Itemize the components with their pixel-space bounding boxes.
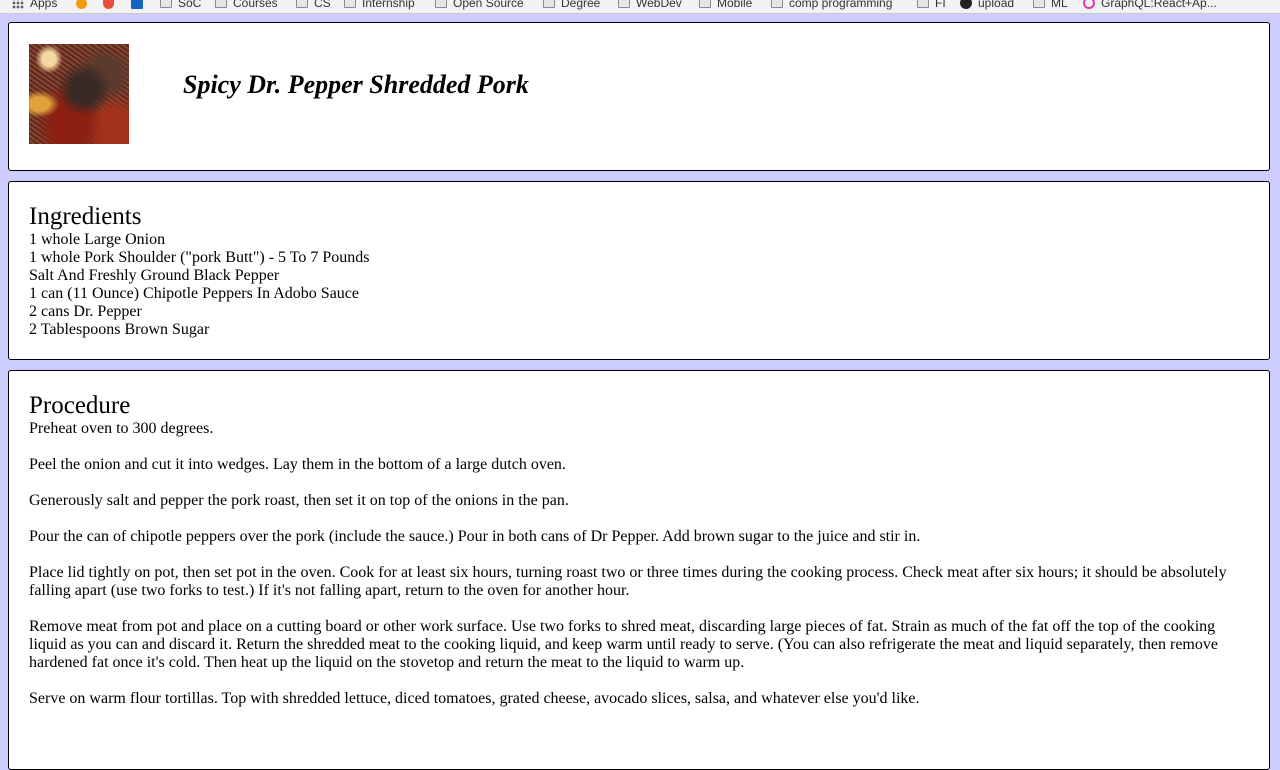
ingredient-item: 1 whole Large Onion — [29, 231, 166, 248]
ingredients-heading: Ingredients — [29, 203, 142, 230]
folder-icon — [771, 0, 783, 8]
folder-icon — [699, 0, 711, 8]
outlook-icon — [131, 0, 143, 9]
procedure-step: Remove meat from pot and place on a cutt… — [29, 618, 1218, 671]
bookmark-label: Courses — [233, 0, 278, 10]
procedure-step: Generously salt and pepper the pork roas… — [29, 492, 569, 509]
bookmark-label: FI — [935, 0, 946, 10]
ingredient-item: 2 cans Dr. Pepper — [29, 303, 142, 320]
sun-icon — [76, 0, 87, 9]
procedure-steps: Preheat oven to 300 degrees. Peel the on… — [29, 420, 1249, 726]
bookmark-label: Apps — [30, 0, 58, 10]
folder-icon — [917, 0, 929, 8]
procedure-heading: Procedure — [29, 392, 131, 419]
bookmark-item[interactable]: Apps — [12, 0, 57, 12]
bookmark-item[interactable]: Internship — [344, 0, 415, 12]
bookmark-item[interactable] — [131, 0, 149, 12]
bookmark-item[interactable]: Open Source — [435, 0, 524, 12]
bookmark-item[interactable]: GraphQL:React+Ap... — [1083, 0, 1217, 12]
bookmark-label: Degree — [561, 0, 601, 10]
bookmark-item[interactable]: WebDev — [618, 0, 682, 12]
bookmark-label: upload — [978, 0, 1015, 10]
ingredient-item: 2 Tablespoons Brown Sugar — [29, 321, 210, 338]
graphql-icon — [1083, 0, 1095, 9]
folder-icon — [215, 0, 227, 8]
folder-icon — [344, 0, 356, 8]
bookmark-label: ML — [1051, 0, 1068, 10]
folder-icon — [618, 0, 630, 8]
recipe-photo — [29, 44, 129, 144]
folder-icon — [543, 0, 555, 8]
bookmarks-bar: Apps SoC Courses CS Internship Open Source Deg… — [0, 0, 1280, 14]
ingredient-item: 1 whole Pork Shoulder ("pork Butt") - 5 … — [29, 249, 370, 266]
folder-icon — [435, 0, 447, 8]
procedure-step: Preheat oven to 300 degrees. — [29, 420, 214, 437]
folder-icon — [1033, 0, 1045, 8]
github-icon — [960, 0, 972, 9]
procedure-card: Procedure Preheat oven to 300 degrees. P… — [8, 370, 1270, 770]
bookmark-label: SoC — [178, 0, 202, 10]
procedure-step: Peel the onion and cut it into wedges. L… — [29, 456, 566, 473]
bookmark-item[interactable] — [103, 0, 120, 12]
bookmark-item[interactable]: FI — [917, 0, 946, 12]
bookmark-label: WebDev — [636, 0, 682, 10]
apps-grid-icon — [12, 0, 24, 9]
bookmark-item[interactable] — [76, 0, 93, 12]
ingredient-list: 1 whole Large Onion 1 whole Pork Shoulde… — [29, 231, 370, 339]
bookmark-item[interactable]: Courses — [215, 0, 278, 12]
bookmark-label: CS — [314, 0, 331, 10]
ingredients-card: Ingredients 1 whole Large Onion 1 whole … — [8, 181, 1270, 360]
bookmark-label: Mobile — [717, 0, 753, 10]
bookmark-label: GraphQL:React+Ap... — [1101, 0, 1217, 10]
bookmark-item[interactable]: Mobile — [699, 0, 752, 12]
bookmark-label: comp programming — [789, 0, 893, 10]
bookmark-item[interactable]: CS — [296, 0, 331, 12]
procedure-step: Pour the can of chipotle peppers over th… — [29, 528, 921, 545]
bookmark-label: Internship — [362, 0, 415, 10]
recipe-title: Spicy Dr. Pepper Shredded Pork — [183, 70, 529, 99]
procedure-step: Place lid tightly on pot, then set pot i… — [29, 564, 1227, 599]
bookmark-item[interactable]: upload — [960, 0, 1014, 12]
folder-icon — [296, 0, 308, 8]
bookmark-item[interactable]: Degree — [543, 0, 600, 12]
bookmark-label: Open Source — [453, 0, 524, 10]
procedure-step: Serve on warm flour tortillas. Top with … — [29, 690, 920, 707]
bookmark-item[interactable]: ML — [1033, 0, 1068, 12]
ingredient-item: 1 can (11 Ounce) Chipotle Peppers In Ado… — [29, 285, 359, 302]
folder-icon — [160, 0, 172, 8]
bookmark-item[interactable]: comp programming — [771, 0, 892, 12]
bookmark-item[interactable]: SoC — [160, 0, 201, 12]
recipe-header-card: Spicy Dr. Pepper Shredded Pork — [8, 22, 1270, 171]
shield-icon — [103, 0, 114, 9]
ingredient-item: Salt And Freshly Ground Black Pepper — [29, 267, 280, 284]
